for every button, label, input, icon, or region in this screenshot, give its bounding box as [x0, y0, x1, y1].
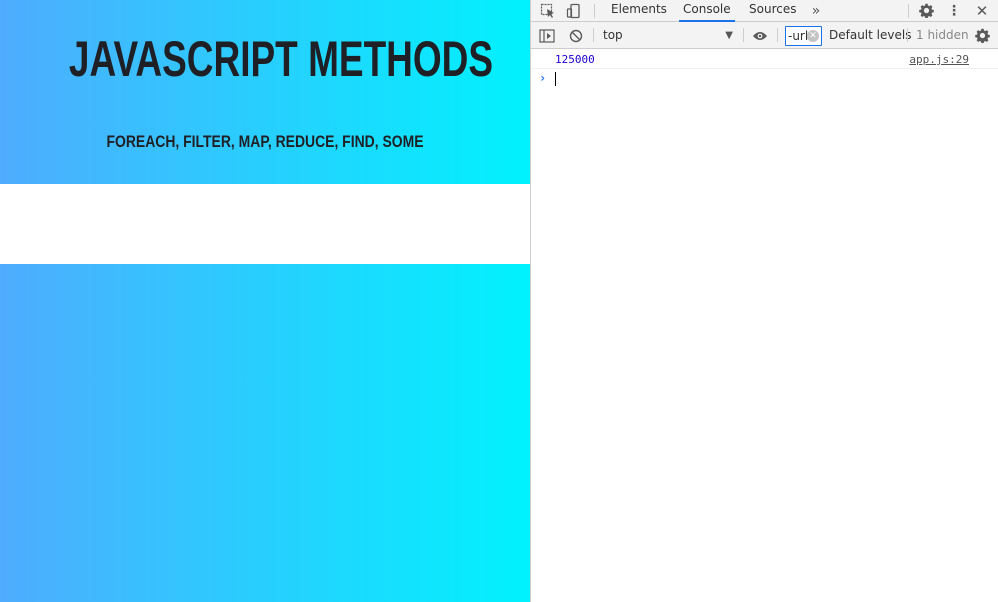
clear-console-icon[interactable] [565, 25, 587, 46]
context-value: top [603, 28, 623, 42]
log-levels-dropdown[interactable]: Default levels [829, 22, 911, 49]
toolbar-divider [777, 28, 778, 42]
tab-sources[interactable]: Sources [745, 0, 800, 22]
log-value: 125000 [555, 53, 595, 66]
filter-value: -url [788, 29, 809, 43]
devtools-panel: Elements Console Sources » ⋮ ✕ top ▼ -ur… [530, 0, 998, 602]
devtools-tabbar: Elements Console Sources » ⋮ ✕ [531, 0, 998, 22]
console-input-cursor[interactable] [555, 72, 556, 86]
sidebar-toggle-icon[interactable] [536, 25, 558, 46]
eye-icon[interactable] [749, 25, 771, 46]
console-output[interactable]: 125000 app.js:29 › [531, 50, 998, 602]
prompt-chevron-icon: › [539, 71, 547, 85]
console-filter-input[interactable]: -url ✕ [785, 26, 822, 46]
console-prompt[interactable]: › [531, 70, 998, 88]
console-message: 125000 app.js:29 [531, 50, 998, 69]
toolbar-divider [908, 4, 909, 18]
hidden-messages-count: 1 hidden [916, 28, 969, 42]
toolbar-divider [594, 4, 595, 18]
toolbar-divider [593, 28, 594, 42]
console-settings-gear-icon[interactable] [971, 25, 993, 46]
dropdown-caret-icon: ▼ [725, 30, 733, 41]
device-toolbar-icon[interactable] [563, 0, 585, 21]
web-page: JavaScript Methods forEach, filter, map,… [0, 0, 530, 602]
console-toolbar: top ▼ -url ✕ Default levels 1 hidden [531, 22, 998, 49]
gear-icon[interactable] [915, 0, 937, 21]
context-selector[interactable]: top ▼ [597, 25, 737, 46]
hero-section: JavaScript Methods forEach, filter, map,… [0, 0, 530, 184]
tab-elements[interactable]: Elements [607, 0, 671, 22]
chevron-double-right-icon[interactable]: » [805, 0, 827, 21]
tab-console[interactable]: Console [679, 0, 735, 22]
toolbar-divider [743, 28, 744, 42]
lower-gradient-section [0, 264, 530, 602]
clear-filter-icon[interactable]: ✕ [807, 30, 819, 42]
page-subtitle: forEach, filter, map, reduce, find, some [106, 132, 424, 151]
toolbar-divider [907, 28, 908, 42]
page-title: JavaScript Methods [68, 31, 494, 87]
content-band [0, 184, 530, 264]
close-icon[interactable]: ✕ [971, 0, 993, 21]
inspect-element-icon[interactable] [537, 0, 559, 21]
log-source-link[interactable]: app.js:29 [909, 53, 969, 66]
more-options-icon[interactable]: ⋮ [943, 0, 965, 21]
